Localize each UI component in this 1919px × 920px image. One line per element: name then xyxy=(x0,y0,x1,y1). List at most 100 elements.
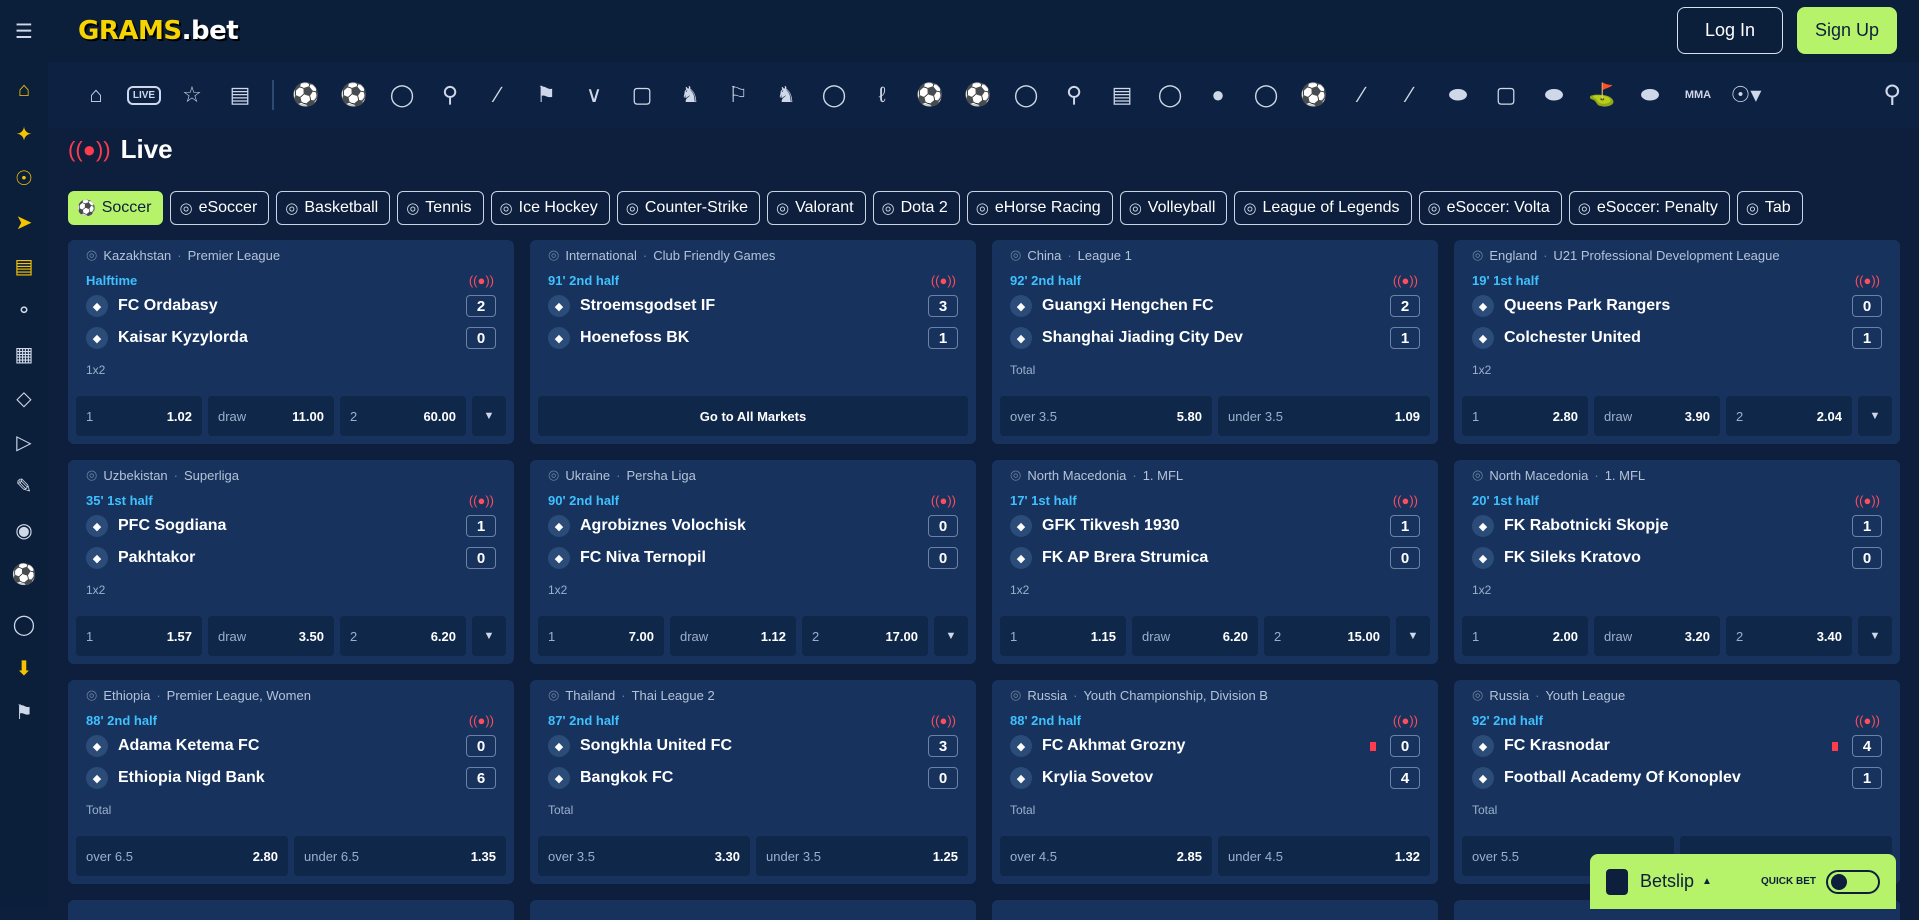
penalty-icon[interactable]: ⚽ xyxy=(954,75,1002,115)
filter-chip[interactable]: ⚽ Soccer xyxy=(68,191,164,225)
login-button[interactable]: Log In xyxy=(1677,7,1783,54)
odds-button[interactable]: 2 17.00 xyxy=(802,616,928,656)
match-card[interactable]: ◎ Ethiopia · Premier League, Women 88' 2nd h… xyxy=(68,680,514,884)
target-icon[interactable]: ☉ xyxy=(0,156,48,200)
filter-chip[interactable]: ◎ Tennis xyxy=(397,191,484,225)
ticket-icon[interactable]: ✎ xyxy=(0,464,48,508)
odds-button[interactable]: over 4.5 2.85 xyxy=(1000,836,1212,876)
betslip-icon[interactable]: ▤ xyxy=(216,75,264,115)
eblitz-icon[interactable]: ⚽ xyxy=(1290,75,1338,115)
filter-chip[interactable]: ◎ Volleyball xyxy=(1119,191,1228,225)
live-icon[interactable]: LIVE xyxy=(120,75,168,115)
diamond-icon[interactable]: ◇ xyxy=(0,376,48,420)
chevron-down-icon[interactable]: ▼ xyxy=(1858,616,1892,656)
counter-strike-icon[interactable]: ⚑ xyxy=(522,75,570,115)
spinner-icon[interactable]: ✦ xyxy=(0,112,48,156)
match-card[interactable] xyxy=(68,900,514,920)
all-markets-button[interactable]: Go to All Markets xyxy=(538,396,968,436)
odds-button[interactable]: 1 1.57 xyxy=(76,616,202,656)
headset-icon[interactable]: ◉ xyxy=(0,508,48,552)
odds-button[interactable]: under 3.5 1.09 xyxy=(1218,396,1430,436)
filter-chip[interactable]: ◎ eHorse Racing xyxy=(966,191,1113,225)
filter-chip[interactable]: ◎ Basketball xyxy=(276,191,391,225)
golf-icon[interactable]: ⛳ xyxy=(1578,75,1626,115)
filter-chip[interactable]: ◎ Valorant xyxy=(767,191,866,225)
soccer-ball-icon[interactable]: ⚽ xyxy=(0,552,48,596)
flag-uk-icon[interactable]: ⚑ xyxy=(0,690,48,734)
match-card[interactable] xyxy=(530,900,976,920)
odds-button[interactable]: 1 7.00 xyxy=(538,616,664,656)
match-card[interactable] xyxy=(992,900,1438,920)
odds-button[interactable]: over 3.5 5.80 xyxy=(1000,396,1212,436)
filter-chip[interactable]: ◎ Ice Hockey xyxy=(490,191,610,225)
ebasketball-icon[interactable]: ◯ xyxy=(1146,75,1194,115)
ehorse-icon[interactable]: ♞ xyxy=(762,75,810,115)
odds-button[interactable]: draw 6.20 xyxy=(1132,616,1258,656)
odds-button[interactable]: draw 11.00 xyxy=(208,396,334,436)
filter-chip[interactable]: ◎ Tab xyxy=(1736,191,1803,225)
ehockey-icon[interactable]: ◯ xyxy=(1242,75,1290,115)
mma-bowl-icon[interactable]: ● xyxy=(1194,75,1242,115)
chevron-down-icon[interactable]: ▼ xyxy=(934,616,968,656)
gift-icon[interactable]: ▦ xyxy=(0,332,48,376)
match-card[interactable]: ◎ International · Club Friendly Games 91' 2n… xyxy=(530,240,976,444)
horse-racing-icon[interactable]: ♞ xyxy=(666,75,714,115)
match-card[interactable]: ◎ England · U21 Professional Development Le… xyxy=(1454,240,1900,444)
match-card[interactable]: ◎ Kazakhstan · Premier League Halftime ((●)) ◆… xyxy=(68,240,514,444)
match-card[interactable]: ◎ Thailand · Thai League 2 87' 2nd half ((●))… xyxy=(530,680,976,884)
badminton-icon[interactable]: ⚲ xyxy=(1050,75,1098,115)
basketball-icon[interactable]: ◯ xyxy=(378,75,426,115)
volta-icon[interactable]: ⚽ xyxy=(906,75,954,115)
chevron-down-icon[interactable]: ▼ xyxy=(1858,396,1892,436)
match-card[interactable]: ◎ North Macedonia · 1. MFL 17' 1st half ((●))… xyxy=(992,460,1438,664)
megaphone-icon[interactable]: ▷ xyxy=(0,420,48,464)
odds-button[interactable]: 2 3.40 xyxy=(1726,616,1852,656)
racing-flag-icon[interactable]: ⚐ xyxy=(714,75,762,115)
odds-button[interactable]: 2 60.00 xyxy=(340,396,466,436)
filter-chip[interactable]: ◎ Counter-Strike xyxy=(616,191,761,225)
tag-icon[interactable]: ⚬ xyxy=(0,288,48,332)
filter-chip[interactable]: ◎ eSoccer: Penalty xyxy=(1568,191,1730,225)
valorant-icon[interactable]: ∨ xyxy=(570,75,618,115)
ice-hockey-icon[interactable]: ∕ xyxy=(474,75,522,115)
soccer-icon[interactable]: ⚽ xyxy=(282,75,330,115)
odds-button[interactable]: draw 3.50 xyxy=(208,616,334,656)
american-football-icon[interactable]: ⬬ xyxy=(1434,75,1482,115)
chevron-down-icon[interactable]: ▼ xyxy=(1396,616,1430,656)
download-icon[interactable]: ⬇ xyxy=(0,646,48,690)
dota-icon[interactable]: ▢ xyxy=(618,75,666,115)
match-card[interactable]: ◎ Uzbekistan · Superliga 35' 1st half ((●)) ◆ P… xyxy=(68,460,514,664)
signup-button[interactable]: Sign Up xyxy=(1797,7,1897,54)
hockey-stick-icon[interactable]: ∕ xyxy=(1386,75,1434,115)
more-sports-icon[interactable]: ☉▾ xyxy=(1722,75,1770,115)
treasure-icon[interactable]: ▤ xyxy=(0,244,48,288)
tennis-icon[interactable]: ⚲ xyxy=(426,75,474,115)
esoccer-icon[interactable]: ⚽ xyxy=(330,75,378,115)
odds-button[interactable]: under 3.5 1.25 xyxy=(756,836,968,876)
odds-button[interactable]: 1 2.00 xyxy=(1462,616,1588,656)
chevron-down-icon[interactable]: ▼ xyxy=(472,616,506,656)
rocket-icon[interactable]: ➤ xyxy=(0,200,48,244)
rugby-ball-icon[interactable]: ⬬ xyxy=(1626,75,1674,115)
star-icon[interactable]: ☆ xyxy=(168,75,216,115)
volleyball-icon[interactable]: ◯ xyxy=(810,75,858,115)
filter-chip[interactable]: ◎ eSoccer xyxy=(170,191,270,225)
odds-button[interactable]: draw 3.20 xyxy=(1594,616,1720,656)
rugby-icon[interactable]: ⬬ xyxy=(1530,75,1578,115)
table-tennis-icon[interactable]: ◯ xyxy=(1002,75,1050,115)
odds-button[interactable]: 1 1.02 xyxy=(76,396,202,436)
odds-button[interactable]: 2 15.00 xyxy=(1264,616,1390,656)
odds-button[interactable]: over 6.5 2.80 xyxy=(76,836,288,876)
odds-button[interactable]: under 6.5 1.35 xyxy=(294,836,506,876)
cyber-icon[interactable]: ▢ xyxy=(1482,75,1530,115)
match-card[interactable]: ◎ Russia · Youth Championship, Division B 88… xyxy=(992,680,1438,884)
logo[interactable]: GRAMS.bet xyxy=(78,16,239,46)
fifa-icon[interactable]: ▤ xyxy=(1098,75,1146,115)
chat-icon[interactable]: ◯ xyxy=(0,602,48,646)
odds-button[interactable]: 1 2.80 xyxy=(1462,396,1588,436)
odds-button[interactable]: draw 1.12 xyxy=(670,616,796,656)
lol-icon[interactable]: ℓ xyxy=(858,75,906,115)
odds-button[interactable]: over 3.5 3.30 xyxy=(538,836,750,876)
odds-button[interactable]: 2 2.04 xyxy=(1726,396,1852,436)
home-icon[interactable]: ⌂ xyxy=(72,75,120,115)
